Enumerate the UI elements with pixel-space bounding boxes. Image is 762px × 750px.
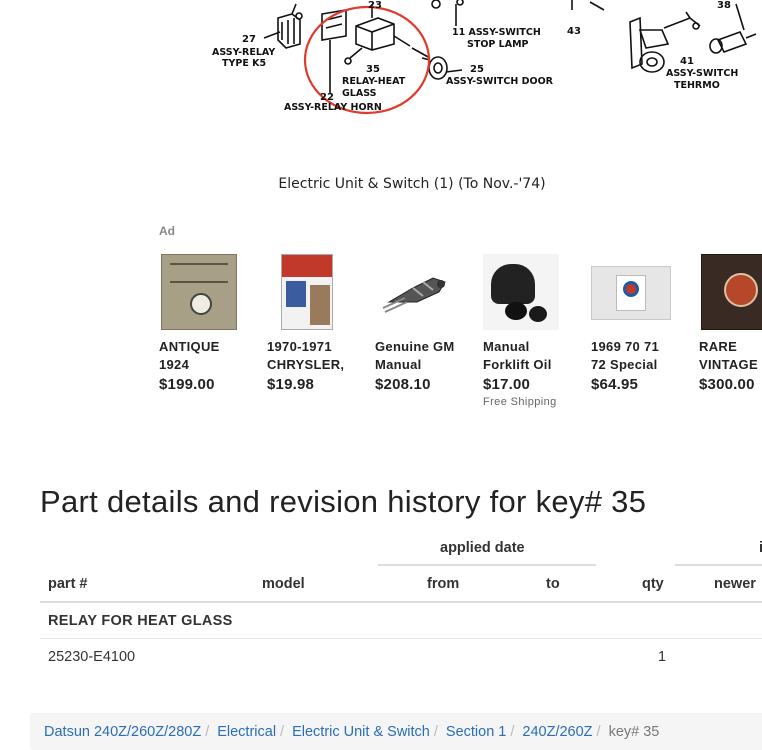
display-case-image[interactable] — [591, 252, 695, 332]
ad-item[interactable]: Genuine GM Manual $208.10 — [375, 252, 479, 393]
col-header-model: model — [262, 576, 305, 592]
ad-item-price: $19.98 — [267, 376, 315, 393]
label-relay-heat: RELAY-HEAT — [342, 76, 406, 87]
breadcrumb-separator: / — [280, 723, 285, 740]
ad-item[interactable]: RARE VINTAGE $300.00 — [699, 252, 762, 393]
label-38: 38 — [717, 0, 731, 11]
col-header-to: to — [546, 576, 560, 592]
label-type-k5: TYPE K5 — [222, 58, 266, 69]
breadcrumb-current: key# 35 — [608, 723, 660, 740]
ad-item-price: $208.10 — [375, 376, 431, 393]
breadcrumb-model[interactable]: 240Z/260Z — [522, 724, 592, 740]
label-glass: GLASS — [342, 88, 377, 99]
ad-item[interactable]: ANTIQUE 1924 $199.00 — [159, 252, 263, 393]
label-25: 25 — [470, 64, 484, 75]
breadcrumb-electric-unit-switch[interactable]: Electric Unit & Switch — [292, 724, 430, 740]
ad-item[interactable]: 1970-1971 CHRYSLER, $19.98 — [267, 252, 371, 393]
breadcrumb-section-1[interactable]: Section 1 — [446, 724, 506, 740]
ad-item-price: $199.00 — [159, 376, 215, 393]
diagram-caption: Electric Unit & Switch (1) (To Nov.-'74) — [278, 176, 546, 192]
breadcrumb-separator: / — [510, 723, 515, 740]
page-title: Part details and revision history for ke… — [40, 484, 647, 519]
ad-item-title[interactable]: Manual Forklift Oil — [483, 338, 587, 374]
col-header-newer: newer — [714, 576, 756, 592]
ad-item-title[interactable]: 1970-1971 CHRYSLER, — [267, 338, 371, 374]
label-switch-door: ASSY-SWITCH DOOR — [446, 76, 554, 87]
breadcrumb-separator: / — [596, 723, 601, 740]
group-header-applied-date: applied date — [440, 540, 525, 556]
col-header-part: part # — [48, 576, 88, 592]
breadcrumb: Datsun 240Z/260Z/280Z / Electrical / Ele… — [30, 713, 762, 750]
vintage-binder-image[interactable] — [699, 252, 762, 332]
ad-item-title[interactable]: Genuine GM Manual — [375, 338, 479, 374]
chrysler-catalog-image[interactable] — [267, 252, 371, 332]
label-switch-thermo-1: ASSY-SWITCH — [666, 68, 738, 79]
group-underline — [378, 564, 596, 566]
ad-item-title[interactable]: 1969 70 71 72 Special — [591, 338, 695, 374]
ad-item-price: $300.00 — [699, 376, 755, 393]
label-stop-lamp-1: 11 ASSY-SWITCH — [452, 27, 541, 38]
label-relay-horn: ASSY-RELAY HORN — [284, 102, 382, 113]
label-27: 27 — [242, 34, 256, 45]
header-divider — [40, 601, 762, 603]
ad-item-shipping: Free Shipping — [483, 396, 557, 408]
ad-item-title[interactable]: RARE VINTAGE — [699, 338, 762, 374]
breadcrumb-separator: / — [205, 723, 210, 740]
parts-diagram-drawing: 27 ASSY-RELAY TYPE K5 23 35 RELAY-HEAT G… — [212, 0, 757, 115]
ad-item[interactable]: 1969 70 71 72 Special $64.95 — [591, 252, 695, 393]
parts-diagram: 27 ASSY-RELAY TYPE K5 23 35 RELAY-HEAT G… — [0, 0, 762, 120]
col-header-qty: qty — [642, 576, 664, 592]
label-43: 43 — [567, 26, 581, 37]
forklift-knob-image[interactable] — [483, 252, 587, 332]
ad-item-title[interactable]: ANTIQUE 1924 — [159, 338, 263, 374]
ad-item[interactable]: Manual Forklift Oil $17.00 Free Shipping — [483, 252, 587, 408]
antique-parts-book-image[interactable] — [159, 252, 263, 332]
part-group-name: RELAY FOR HEAT GLASS — [48, 613, 233, 629]
ad-item-price: $64.95 — [591, 376, 639, 393]
group-underline — [675, 564, 762, 566]
gm-switch-image[interactable] — [375, 252, 479, 332]
cell-qty: 1 — [658, 649, 667, 665]
row-divider — [40, 638, 762, 639]
label-switch-thermo-2: TEHRMO — [674, 80, 720, 91]
label-relay-k5: ASSY-RELAY — [212, 47, 275, 58]
breadcrumb-electrical[interactable]: Electrical — [217, 724, 276, 740]
breadcrumb-separator: / — [433, 723, 438, 740]
breadcrumb-datsun-z[interactable]: Datsun 240Z/260Z/280Z — [44, 724, 201, 740]
cell-part-number[interactable]: 25230-E4100 — [48, 649, 135, 665]
ad-item-price: $17.00 — [483, 376, 531, 393]
label-23: 23 — [368, 0, 382, 11]
ad-label: Ad — [159, 224, 175, 238]
label-41: 41 — [680, 56, 694, 67]
col-header-from: from — [427, 576, 460, 592]
label-35: 35 — [366, 64, 380, 75]
label-stop-lamp-2: STOP LAMP — [467, 39, 529, 50]
